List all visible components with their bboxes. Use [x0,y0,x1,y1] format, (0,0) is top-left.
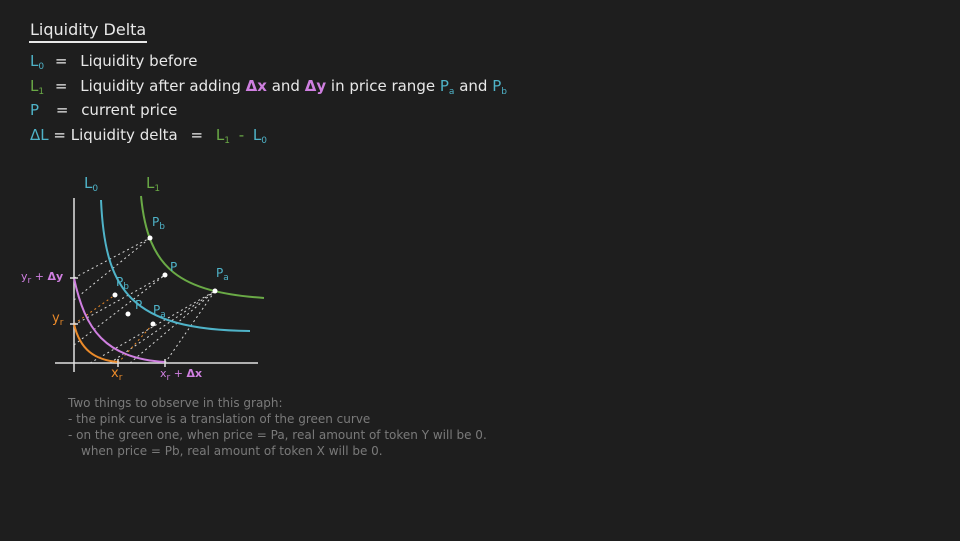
label-pa-green: Pa [216,266,229,283]
label-pb-blue: Pb [116,275,129,292]
label-x-right: xr + Δx [160,367,202,383]
label-x-right-delta: Δx [186,367,203,380]
note-line-2: - the pink curve is a translation of the… [68,412,371,426]
label-curve-l1: L1 [146,174,160,194]
liquidity-graph [55,195,265,372]
label-x-left: xr [111,366,122,383]
point-pa-blue [150,321,156,327]
curve-orange [73,323,119,363]
label-pa-blue: Pa [153,303,166,320]
point-pa-green [212,288,218,294]
label-p-blue: P [135,298,143,312]
point-pb-green [147,235,153,241]
point-p-blue [125,311,131,317]
label-pb-blue-sub: b [123,282,129,292]
label-pb-green-sub: b [159,222,165,232]
note-line-1: Two things to observe in this graph: [68,396,283,410]
label-x-right-sub: r [166,373,171,383]
label-x-right-plus: + [173,367,183,380]
label-p-green: P [170,260,178,274]
label-pa-green-sub: a [223,273,229,283]
label-curve-l0: L0 [84,174,98,194]
note-line-3: - on the green one, when price = Pa, rea… [68,428,487,442]
label-y-top: yr + Δy [21,270,63,286]
label-curve-l0-sub: 0 [92,184,99,194]
label-x-left-sub: r [118,373,123,383]
dotted-connectors [73,237,216,364]
label-curve-l1-sub: 1 [154,184,161,194]
label-y-mid: yr [52,311,63,328]
curve-l1 [140,195,265,299]
point-p-green [162,272,168,278]
label-y-top-sub: r [27,276,32,286]
point-pb-blue [112,292,118,298]
note-line-4: when price = Pb, real amount of token X … [81,444,383,458]
label-pa-blue-sub: a [160,310,166,320]
label-x-left-text: x [111,366,119,381]
label-y-top-plus: + [34,270,44,283]
label-pb-green: Pb [152,215,165,232]
label-y-top-delta: Δy [47,270,64,283]
label-y-mid-text: y [52,311,60,326]
label-y-mid-sub: r [59,318,64,328]
